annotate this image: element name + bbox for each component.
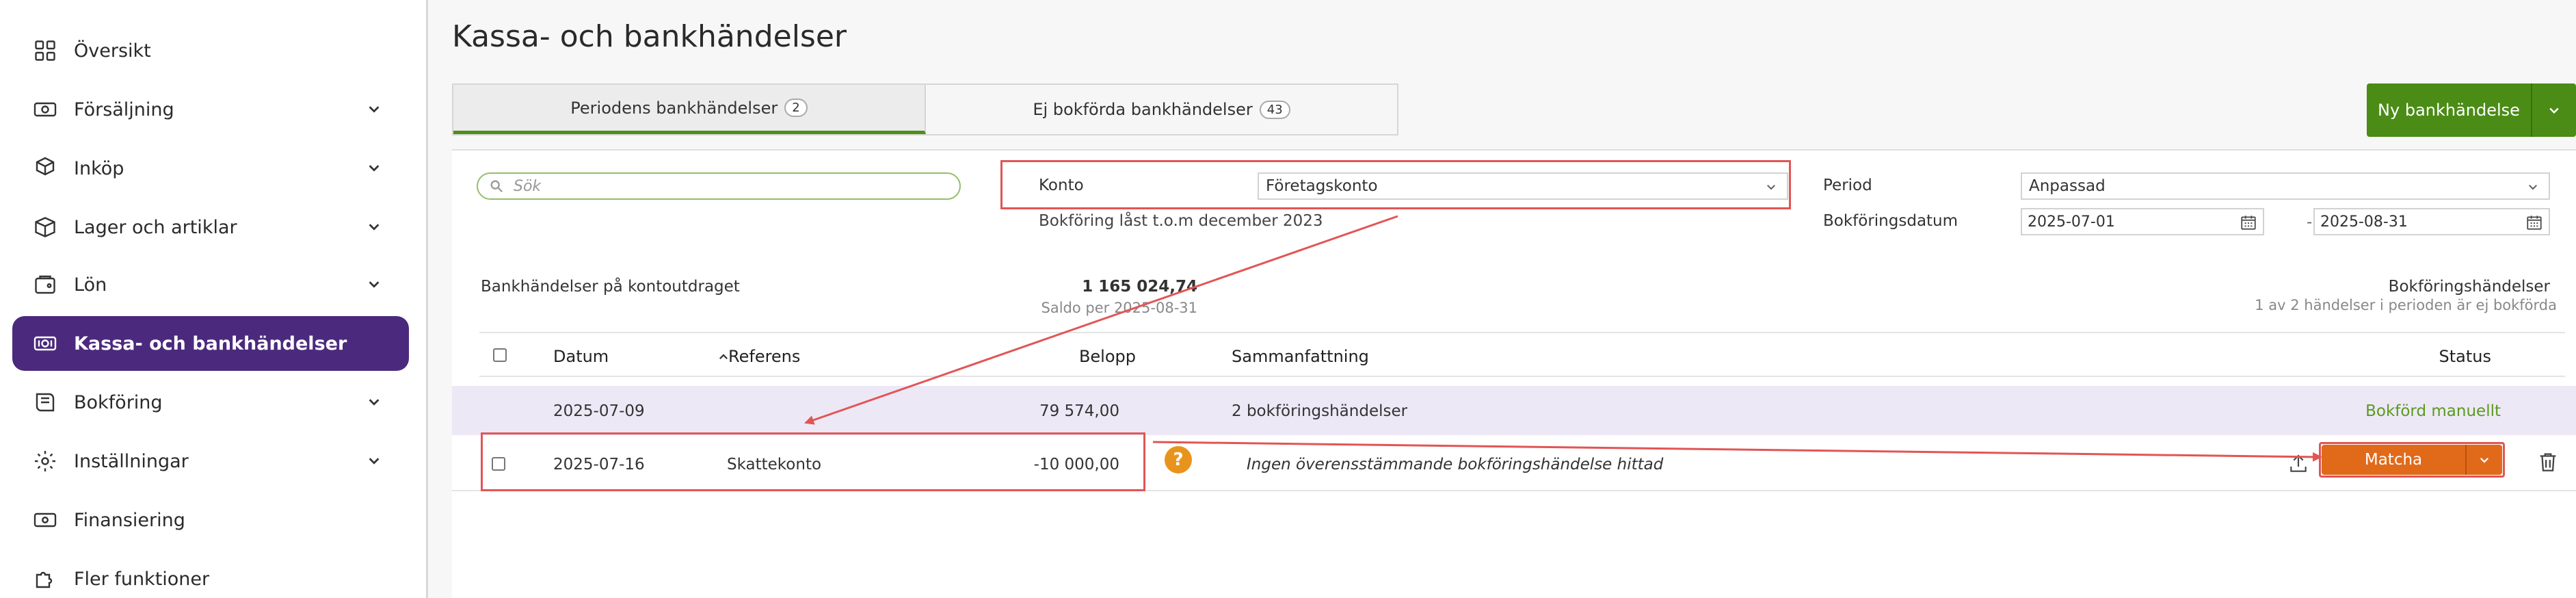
new-bank-event-label: Ny bankhändelse (2378, 101, 2520, 120)
row-amount: 79 574,00 (1039, 402, 1119, 420)
balance-note: Saldo per 2025-08-31 (1041, 300, 1198, 316)
money-icon (33, 508, 57, 532)
chevron-down-icon (369, 106, 380, 113)
sidebar-item-label: Försäljning (74, 99, 174, 120)
sidebar-item-label: Bokföring (74, 391, 163, 413)
annotation-highlight-row (481, 432, 1145, 491)
date-from-value: 2025-07-01 (2028, 213, 2115, 231)
chevron-down-icon (369, 281, 380, 288)
box-icon (33, 215, 57, 239)
status-badge: Bokförd manuellt (2365, 402, 2501, 420)
sidebar-item-kassa[interactable]: Kassa- och bankhändelser (12, 316, 409, 371)
sidebar-item-label: Kassa- och bankhändelser (74, 333, 347, 354)
sidebar-item-installningar[interactable]: Inställningar (12, 434, 409, 489)
col-amount: Belopp (1078, 347, 1136, 366)
booking-events-label: Bokföringshändelser (2388, 278, 2550, 296)
sidebar-item-label: Lön (74, 274, 107, 296)
sidebar-item-label: Fler funktioner (74, 568, 210, 590)
upload-icon[interactable] (2287, 453, 2309, 475)
boxes-icon (33, 156, 57, 181)
count-badge: 2 (784, 99, 808, 117)
col-ref: Referens (728, 347, 801, 366)
chevron-down-icon (369, 399, 380, 406)
calendar-icon[interactable] (2525, 213, 2543, 231)
new-bank-event-button[interactable]: Ny bankhändelse (2367, 83, 2576, 137)
search-placeholder: Sök (514, 177, 542, 195)
col-status: Status (2439, 347, 2491, 366)
date-separator: - (2307, 213, 2313, 231)
sidebar-item-lager[interactable]: Lager och artiklar (12, 200, 409, 255)
bank-events-panel: Sök Konto Företagskonto Bokföring låst t… (452, 149, 2576, 598)
sidebar-item-label: Inställningar (74, 450, 189, 472)
date-to-input[interactable]: 2025-08-31 (2313, 208, 2550, 235)
sidebar-item-forsaljning[interactable]: Försäljning (12, 82, 409, 137)
select-all-checkbox[interactable] (493, 348, 507, 362)
row-summary[interactable]: 2 bokföringshändelser (1232, 402, 1407, 420)
period-value: Anpassad (2029, 177, 2106, 195)
tab-bar: Periodens bankhändelser 2 Ej bokförda ba… (452, 83, 1398, 135)
tab-label: Ej bokförda bankhändelser (1033, 100, 1253, 119)
balance-value: 1 165 024,74 (1082, 278, 1197, 296)
sidebar-item-label: Finansiering (74, 509, 185, 531)
cash-register-icon (33, 97, 57, 122)
sidebar-item-bokforing[interactable]: Bokföring (12, 375, 409, 430)
sidebar-item-inkop[interactable]: Inköp (12, 141, 409, 196)
tab-label: Periodens bankhändelser (570, 98, 778, 118)
date-from-input[interactable]: 2025-07-01 (2021, 208, 2264, 235)
calendar-icon[interactable] (2240, 213, 2257, 231)
count-badge: 43 (1259, 100, 1290, 119)
bank-statement-label: Bankhändelser på kontoutdraget (481, 278, 740, 296)
tab-periodens-bankhandelser[interactable]: Periodens bankhändelser 2 (453, 85, 926, 134)
sidebar-item-label: Inköp (74, 157, 124, 179)
chevron-down-icon (2549, 107, 2559, 114)
sidebar: Översikt Försäljning Inköp Lager och art… (0, 0, 428, 598)
dashboard-icon (33, 38, 57, 63)
sidebar-item-oversikt[interactable]: Översikt (12, 23, 409, 78)
gear-icon (33, 449, 57, 473)
sidebar-item-label: Översikt (74, 40, 151, 62)
table-header: Datum Referens Belopp Sammanfattning Sta… (479, 332, 2565, 377)
period-select[interactable]: Anpassad (2021, 172, 2550, 200)
row-date: 2025-07-09 (553, 402, 645, 420)
date-to-value: 2025-08-31 (2320, 213, 2408, 231)
book-icon (33, 390, 57, 415)
annotation-highlight-konto (1000, 160, 1791, 209)
page-title: Kassa- och bankhändelser (452, 19, 847, 54)
new-bank-event-dropdown[interactable] (2531, 83, 2576, 137)
question-icon[interactable]: ? (1165, 446, 1192, 473)
period-label: Period (1823, 177, 1872, 194)
tab-ej-bokforda[interactable]: Ej bokförda bankhändelser 43 (926, 85, 1397, 134)
wallet-icon (33, 272, 57, 297)
search-icon (490, 180, 503, 193)
app: Översikt Försäljning Inköp Lager och art… (0, 0, 2576, 598)
chevron-down-icon (369, 458, 380, 465)
chevron-down-icon (369, 224, 380, 231)
trash-icon[interactable] (2536, 450, 2560, 473)
chevron-down-icon (2529, 185, 2537, 190)
col-date[interactable]: Datum (553, 347, 609, 366)
row-summary: Ingen överensstämmande bokföringshändels… (1247, 456, 1664, 473)
lock-note: Bokföring låst t.o.m december 2023 (1039, 212, 1323, 230)
chevron-down-icon (369, 165, 380, 172)
col-summary: Sammanfattning (1232, 347, 1369, 366)
bank-icon (33, 331, 57, 356)
annotation-highlight-match (2319, 442, 2505, 478)
booking-date-label: Bokföringsdatum (1823, 212, 1958, 230)
sidebar-item-fler-funktioner[interactable]: Fler funktioner (12, 551, 409, 598)
booking-events-note: 1 av 2 händelser i perioden är ej bokför… (2255, 297, 2557, 313)
sidebar-item-lon[interactable]: Lön (12, 257, 409, 312)
puzzle-icon (33, 567, 57, 591)
main-content: Kassa- och bankhändelser Periodens bankh… (430, 0, 2576, 598)
table-row[interactable]: 2025-07-09 79 574,00 2 bokföringshändels… (452, 386, 2576, 435)
sidebar-item-label: Lager och artiklar (74, 216, 237, 238)
search-input[interactable]: Sök (477, 172, 961, 200)
sidebar-item-finansiering[interactable]: Finansiering (12, 493, 409, 547)
